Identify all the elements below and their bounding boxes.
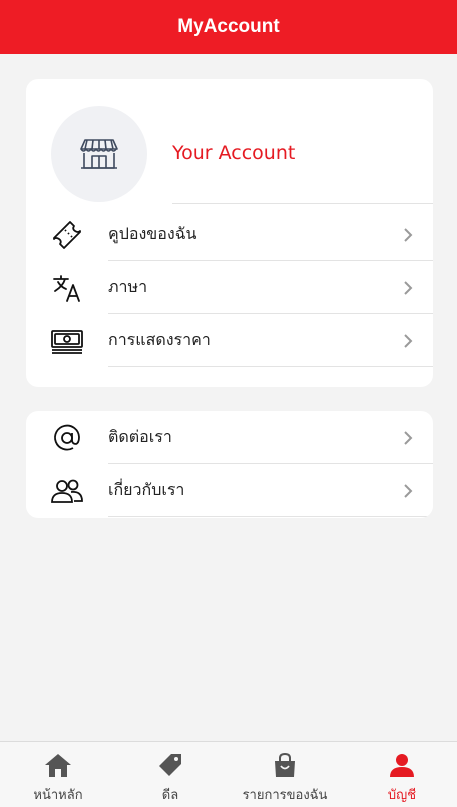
page-title: MyAccount <box>177 16 280 37</box>
nav-label: ดีล <box>161 788 179 803</box>
chevron-right-icon <box>404 333 413 348</box>
at-icon <box>50 421 84 455</box>
chevron-right-icon <box>404 227 413 242</box>
tag-icon <box>157 751 183 779</box>
menu-item-about[interactable]: เกี่ยวกับเรา <box>26 464 433 517</box>
storefront-icon <box>80 139 118 169</box>
divider <box>172 203 433 204</box>
menu-item-label: การแสดงราคา <box>108 330 211 349</box>
bottom-navigation: หน้าหลัก ดีล รายการของฉัน บัญชี <box>0 741 457 807</box>
nav-home[interactable]: หน้าหลัก <box>20 742 96 807</box>
menu-item-label: เกี่ยวกับเรา <box>108 480 185 499</box>
menu-item-label: คูปองของฉัน <box>108 224 197 243</box>
divider <box>108 366 433 367</box>
avatar <box>51 106 147 202</box>
bag-icon <box>272 751 298 779</box>
profile-section: Your Account <box>26 79 433 204</box>
nav-deals[interactable]: ดีล <box>140 742 200 807</box>
nav-label: หน้าหลัก <box>33 788 83 803</box>
money-icon <box>50 324 84 358</box>
menu-item-contact[interactable]: ติดต่อเรา <box>26 411 433 464</box>
menu-item-label: ติดต่อเรา <box>108 427 172 446</box>
home-icon <box>44 751 72 779</box>
app-header: MyAccount <box>0 0 457 54</box>
nav-label: บัญชี <box>387 788 417 803</box>
translate-icon <box>50 271 84 305</box>
nav-my-list[interactable]: รายการของฉัน <box>232 742 338 807</box>
people-icon <box>50 474 84 508</box>
divider <box>108 516 433 517</box>
person-icon <box>389 751 415 779</box>
nav-label: รายการของฉัน <box>242 788 328 803</box>
ticket-icon <box>50 218 84 252</box>
account-title: Your Account <box>172 142 296 164</box>
menu-item-label: ภาษา <box>108 277 148 296</box>
chevron-right-icon <box>404 430 413 445</box>
chevron-right-icon <box>404 280 413 295</box>
menu-item-language[interactable]: ภาษา <box>26 261 433 314</box>
nav-account[interactable]: บัญชี <box>370 742 434 807</box>
menu-item-coupons[interactable]: คูปองของฉัน <box>26 208 433 261</box>
menu-item-price-display[interactable]: การแสดงราคา <box>26 314 433 367</box>
chevron-right-icon <box>404 483 413 498</box>
info-card: ติดต่อเรา เกี่ยวกับเรา <box>26 411 433 518</box>
account-card: Your Account คูปองของฉัน ภาษา การแสดงราค… <box>26 79 433 387</box>
